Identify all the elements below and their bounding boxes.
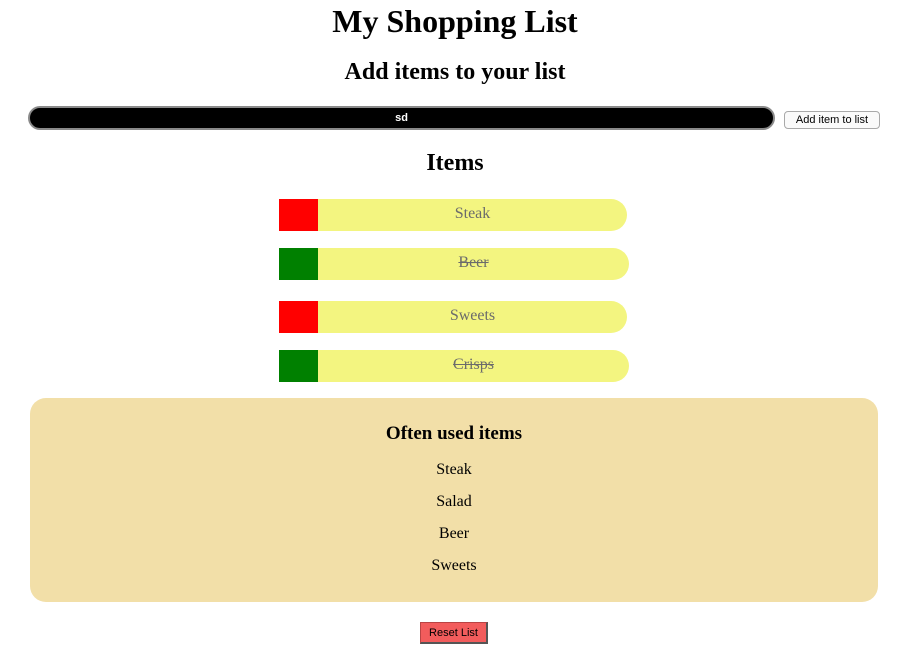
item-label[interactable]: Steak <box>318 199 627 231</box>
shopping-list-page: My Shopping List Add items to your list … <box>0 0 910 661</box>
add-item-button[interactable]: Add item to list <box>784 111 880 129</box>
toggle-item-button[interactable] <box>279 350 318 382</box>
item-label[interactable]: Beer <box>318 248 629 280</box>
list-item: Crisps <box>279 350 629 382</box>
remove-item-button[interactable] <box>279 199 318 231</box>
item-label[interactable]: Sweets <box>318 301 627 333</box>
often-used-item[interactable]: Salad <box>30 492 878 512</box>
items-heading: Items <box>426 150 484 176</box>
often-used-item[interactable]: Sweets <box>30 556 878 576</box>
list-item: Sweets <box>279 301 629 333</box>
page-title: My Shopping List <box>332 3 578 39</box>
list-item: Beer <box>279 248 629 280</box>
often-used-panel: Often used items Steak Salad Beer Sweets <box>30 398 878 602</box>
often-used-title: Often used items <box>385 423 523 444</box>
item-label[interactable]: Crisps <box>318 350 629 382</box>
reset-list-button[interactable]: Reset List <box>420 622 488 644</box>
remove-item-button[interactable] <box>279 301 318 333</box>
often-used-item[interactable]: Steak <box>30 460 878 480</box>
page-subtitle: Add items to your list <box>344 59 566 85</box>
toggle-item-button[interactable] <box>279 248 318 280</box>
item-input[interactable] <box>28 106 775 130</box>
often-used-item[interactable]: Beer <box>30 524 878 544</box>
list-item: Steak <box>279 199 629 231</box>
